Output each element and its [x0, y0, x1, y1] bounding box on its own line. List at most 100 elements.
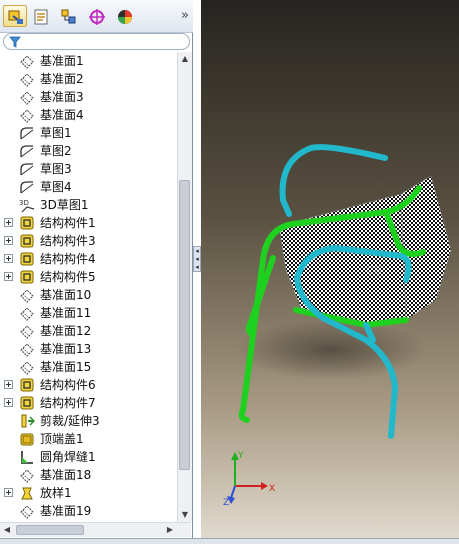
tree-item-label: 草图4	[40, 180, 72, 194]
tree-item[interactable]: 基准面12	[0, 322, 177, 340]
tree-item-label: 结构构件3	[40, 234, 96, 248]
tree-item[interactable]: 圆角焊缝1	[0, 448, 177, 466]
tree-item-label: 基准面13	[40, 342, 92, 356]
tree-item[interactable]: 基准面1	[0, 52, 177, 70]
tree-item-label: 3D草图1	[40, 198, 89, 212]
sketch3d-icon: 3D	[19, 197, 35, 213]
expand-plus-icon[interactable]	[4, 272, 13, 281]
tree-item[interactable]: 基准面10	[0, 286, 177, 304]
tree-item-label: 基准面12	[40, 324, 92, 338]
trim-icon	[19, 413, 36, 429]
tree-item[interactable]: 基准面18	[0, 466, 177, 484]
configuration-manager-icon	[61, 9, 76, 24]
scroll-right-icon[interactable]: ▶	[163, 523, 177, 537]
filter-icon	[9, 36, 21, 48]
vertical-scrollbar[interactable]: ▲ ▼	[177, 52, 192, 522]
structural-icon	[19, 251, 35, 267]
feature-manager-panel: » 基准面1 基准面2 基准面3 基准面4 草图1 草图2 草图3 草图4 3D 3D草图1 结构构…	[0, 0, 193, 543]
plane-icon	[19, 503, 35, 519]
plane-icon	[19, 71, 35, 87]
tree-item-label: 放样1	[40, 486, 72, 500]
tree-item-label: 基准面3	[40, 90, 84, 104]
expand-plus-icon[interactable]	[4, 488, 13, 497]
tree-item[interactable]: 放样1	[0, 484, 177, 502]
scroll-up-icon[interactable]: ▲	[178, 52, 192, 66]
tree-item-label: 基准面15	[40, 360, 92, 374]
tree-item-label: 结构构件1	[40, 216, 96, 230]
property-manager-tab[interactable]	[28, 5, 52, 27]
tree-item-label: 圆角焊缝1	[40, 450, 96, 464]
tree-item[interactable]: 草图2	[0, 142, 177, 160]
vertical-scroll-thumb[interactable]	[179, 180, 190, 470]
tree-item-label: 基准面2	[40, 72, 84, 86]
tree-item[interactable]: 基准面11	[0, 304, 177, 322]
triad-x-label: X	[269, 484, 275, 494]
feature-tree: 基准面1 基准面2 基准面3 基准面4 草图1 草图2 草图3 草图4 3D 3D草图1 结构构件1…	[0, 52, 177, 522]
model-shadow	[236, 320, 426, 380]
tree-item[interactable]: 基准面4	[0, 106, 177, 124]
tree-item-label: 草图1	[40, 126, 72, 140]
horizontal-scrollbar[interactable]: ◀ ▶	[0, 522, 191, 537]
tree-item[interactable]: 顶端盖1	[0, 430, 177, 448]
tree-item-label: 基准面11	[40, 306, 92, 320]
display-manager-icon	[118, 10, 132, 24]
tree-item[interactable]: 剪裁/延伸3	[0, 412, 177, 430]
sketch-icon	[19, 143, 35, 159]
coordinate-triad: X Y Z	[223, 451, 275, 508]
expand-plus-icon[interactable]	[4, 380, 13, 389]
tree-item[interactable]: 结构构件5	[0, 268, 177, 286]
plane-icon	[19, 287, 35, 303]
scroll-down-icon[interactable]: ▼	[178, 508, 192, 522]
tree-item-label: 顶端盖1	[40, 432, 84, 446]
tree-item[interactable]: 3D 3D草图1	[0, 196, 177, 214]
tree-item[interactable]: 基准面15	[0, 358, 177, 376]
dimxpert-icon	[89, 9, 105, 25]
endcap-icon	[19, 431, 35, 447]
expand-plus-icon[interactable]	[4, 218, 13, 227]
tree-item[interactable]: 结构构件4	[0, 250, 177, 268]
tree-item-label: 基准面1	[40, 54, 84, 68]
plane-icon	[19, 53, 35, 69]
plane-icon	[19, 341, 35, 357]
watermark-text: ca	[366, 262, 383, 278]
tree-item-label: 结构构件6	[40, 378, 96, 392]
tree-item[interactable]: 基准面2	[0, 70, 177, 88]
plane-icon	[19, 323, 35, 339]
display-manager-tab[interactable]	[112, 5, 136, 27]
expand-plus-icon[interactable]	[4, 236, 13, 245]
scroll-left-icon[interactable]: ◀	[0, 523, 14, 537]
tree-item[interactable]: 结构构件7	[0, 394, 177, 412]
tree-item-label: 结构构件5	[40, 270, 96, 284]
feature-manager-tab[interactable]	[3, 5, 27, 27]
expand-tabs-icon[interactable]: »	[181, 8, 189, 23]
expand-plus-icon[interactable]	[4, 254, 13, 263]
triad-z-label: Z	[223, 498, 229, 508]
tree-item[interactable]: 基准面19	[0, 502, 177, 520]
panel-splitter[interactable]: ◂ ◂ ◂	[193, 246, 201, 272]
tree-item[interactable]: 基准面3	[0, 88, 177, 106]
dimxpert-tab[interactable]	[84, 5, 108, 27]
structural-icon	[19, 215, 35, 231]
horizontal-scroll-thumb[interactable]	[16, 525, 84, 535]
tree-item-label: 结构构件7	[40, 396, 96, 410]
tree-filter-input[interactable]	[3, 33, 190, 50]
tree-item[interactable]: 结构构件1	[0, 214, 177, 232]
expand-plus-icon[interactable]	[4, 398, 13, 407]
property-manager-icon	[34, 9, 48, 25]
plane-icon	[19, 89, 35, 105]
tree-item[interactable]: 结构构件3	[0, 232, 177, 250]
tree-item[interactable]: 结构构件6	[0, 376, 177, 394]
configuration-manager-tab[interactable]	[56, 5, 80, 27]
tree-item[interactable]: 草图1	[0, 124, 177, 142]
tree-item-label: 草图2	[40, 144, 72, 158]
tree-item[interactable]: 草图4	[0, 178, 177, 196]
tree-item[interactable]: 草图3	[0, 160, 177, 178]
structural-icon	[19, 233, 35, 249]
manager-tab-bar: »	[0, 0, 193, 33]
tree-item-label: 基准面18	[40, 468, 92, 482]
sketch-icon	[19, 161, 35, 177]
tree-item[interactable]: 基准面13	[0, 340, 177, 358]
loft-icon	[19, 485, 35, 501]
graphics-viewport[interactable]: X Y Z ca	[201, 0, 459, 543]
chair-model-view: X Y Z	[223, 144, 452, 508]
